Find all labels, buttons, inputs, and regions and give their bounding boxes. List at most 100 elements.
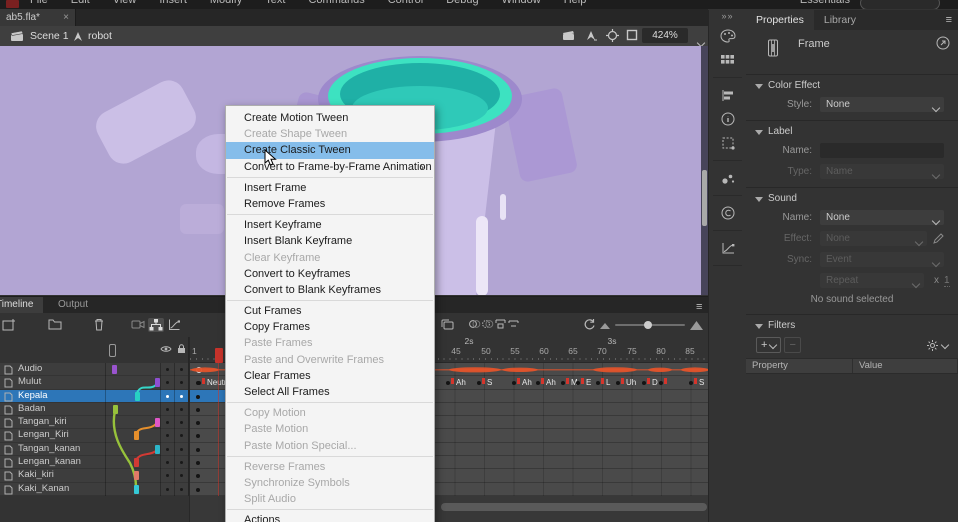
timeline-horizontal-scrollbar[interactable]: [441, 503, 707, 511]
edit-sound-envelope-icon[interactable]: [933, 233, 944, 244]
layer-visibility-dot[interactable]: [166, 408, 169, 411]
context-menu-item[interactable]: Paste Motion Special...: [226, 438, 434, 454]
context-menu-item[interactable]: Remove Frames: [226, 196, 434, 212]
sound-name-dropdown[interactable]: None: [820, 210, 944, 225]
context-menu-item[interactable]: Split Audio: [226, 491, 434, 507]
context-menu-item[interactable]: Synchronize Symbols: [226, 475, 434, 491]
camera-icon[interactable]: [131, 318, 145, 332]
context-menu-item[interactable]: Convert to Frame-by-Frame Animation: [226, 159, 434, 175]
layer-lock-dot[interactable]: [180, 448, 183, 451]
layer-visibility-dot[interactable]: [166, 434, 169, 437]
edit-multiple-frames-icon[interactable]: [440, 318, 454, 332]
close-tab-icon[interactable]: ×: [63, 9, 69, 26]
parent-swatch[interactable]: [155, 445, 160, 454]
menu-bar-item[interactable]: View: [113, 0, 137, 8]
zoom-level-input[interactable]: 424%: [642, 28, 688, 43]
stage-vertical-scrollbar[interactable]: [701, 46, 708, 295]
layer-visibility-dot[interactable]: [166, 461, 169, 464]
tab-library[interactable]: Library: [814, 10, 866, 30]
context-menu-item[interactable]: Cut Frames: [226, 303, 434, 319]
filters-header[interactable]: Filters: [746, 318, 958, 334]
parent-swatch[interactable]: [113, 405, 118, 414]
center-frame-icon[interactable]: [606, 29, 620, 43]
context-menu-item[interactable]: Copy Motion: [226, 405, 434, 421]
context-menu-item[interactable]: Insert Keyframe: [226, 217, 434, 233]
layer-lock-dot[interactable]: [180, 488, 183, 491]
context-menu-item[interactable]: Select All Frames: [226, 384, 434, 400]
menu-bar-item[interactable]: File: [30, 0, 48, 8]
zoom-in-frames-icon[interactable]: [690, 321, 704, 335]
layer-visibility-dot[interactable]: [166, 381, 169, 384]
menu-bar-item[interactable]: Debug: [446, 0, 478, 8]
layer-lock-dot[interactable]: [180, 421, 183, 424]
parent-swatch[interactable]: [134, 471, 139, 480]
onion-settings-icon[interactable]: [507, 318, 521, 332]
search-input[interactable]: [860, 0, 940, 9]
graph-editor-icon[interactable]: [168, 318, 182, 332]
context-menu-item[interactable]: Copy Frames: [226, 319, 434, 335]
menu-bar-item[interactable]: Insert: [159, 0, 187, 8]
motion-editor-panel-icon[interactable]: [709, 236, 746, 260]
layer-visibility-dot[interactable]: [166, 368, 169, 371]
new-folder-icon[interactable]: [48, 318, 62, 332]
visibility-column-eye-icon[interactable]: [160, 345, 172, 353]
style-dropdown[interactable]: None: [820, 97, 944, 112]
context-menu-item[interactable]: Convert to Blank Keyframes: [226, 282, 434, 298]
clip-content-icon[interactable]: [626, 29, 640, 43]
layer-lock-dot[interactable]: [180, 368, 183, 371]
cc-libraries-panel-icon[interactable]: [709, 201, 746, 225]
breadcrumb-symbol[interactable]: robot: [88, 26, 112, 46]
help-link-icon[interactable]: [936, 36, 950, 50]
menu-bar-item[interactable]: Window: [502, 0, 541, 8]
layer-lock-dot[interactable]: [180, 461, 183, 464]
layer-visibility-dot[interactable]: [166, 448, 169, 451]
tab-timeline[interactable]: Timeline: [0, 297, 43, 313]
delete-layer-icon[interactable]: [93, 318, 107, 332]
label-name-input[interactable]: [820, 143, 944, 158]
layer-visibility-dot[interactable]: [166, 421, 169, 424]
onion-marker-range-icon[interactable]: [494, 318, 508, 332]
edit-symbols-icon[interactable]: [584, 29, 598, 43]
context-menu-item[interactable]: Clear Frames: [226, 368, 434, 384]
menu-bar-item[interactable]: Modify: [210, 0, 242, 8]
context-menu-item[interactable]: Clear Keyframe: [226, 250, 434, 266]
layer-lock-dot[interactable]: [180, 381, 183, 384]
zoom-out-frames-icon[interactable]: [600, 323, 614, 337]
context-menu-item[interactable]: Create Classic Tween: [226, 142, 434, 158]
frame-size-slider-handle[interactable]: [644, 321, 652, 329]
context-menu-item[interactable]: Paste Motion: [226, 421, 434, 437]
onion-skin-icon[interactable]: [468, 318, 482, 332]
parent-swatch[interactable]: [134, 431, 139, 440]
parent-swatch[interactable]: [155, 418, 160, 427]
menu-bar-item[interactable]: Control: [388, 0, 423, 8]
transform-panel-icon[interactable]: [709, 131, 746, 155]
context-menu-item[interactable]: Create Shape Tween: [226, 126, 434, 142]
layer-lock-dot[interactable]: [180, 408, 183, 411]
filter-options-gear-icon[interactable]: [926, 339, 939, 352]
menu-bar-item[interactable]: Text: [265, 0, 285, 8]
menu-bar-item[interactable]: Commands: [308, 0, 364, 8]
label-header[interactable]: Label: [746, 124, 958, 140]
document-tab[interactable]: ab5.fla* ×: [0, 9, 76, 26]
context-menu-item[interactable]: Insert Frame: [226, 180, 434, 196]
swatches-panel-icon[interactable]: [709, 48, 746, 72]
properties-panel-menu-icon[interactable]: ≡: [946, 14, 952, 26]
edit-scene-icon[interactable]: [562, 29, 576, 43]
context-menu-item[interactable]: Reverse Frames: [226, 459, 434, 475]
context-menu-item[interactable]: Insert Blank Keyframe: [226, 233, 434, 249]
workspace-switcher[interactable]: Essentials: [800, 0, 850, 6]
info-panel-icon[interactable]: [709, 107, 746, 131]
add-filter-button[interactable]: +: [756, 337, 781, 353]
layer-visibility-dot[interactable]: [166, 488, 169, 491]
menu-bar-item[interactable]: Help: [564, 0, 587, 8]
context-menu-item[interactable]: Actions: [226, 512, 434, 522]
tab-properties[interactable]: Properties: [746, 10, 814, 30]
layer-lock-dot[interactable]: [180, 434, 183, 437]
layer-visibility-dot[interactable]: [166, 395, 169, 398]
color-panel-icon[interactable]: [709, 24, 746, 48]
context-menu-item[interactable]: Paste and Overwrite Frames: [226, 352, 434, 368]
context-menu-item[interactable]: Convert to Keyframes: [226, 266, 434, 282]
align-panel-icon[interactable]: [709, 83, 746, 107]
menu-bar-item[interactable]: Edit: [71, 0, 90, 8]
layer-lock-dot[interactable]: [180, 474, 183, 477]
